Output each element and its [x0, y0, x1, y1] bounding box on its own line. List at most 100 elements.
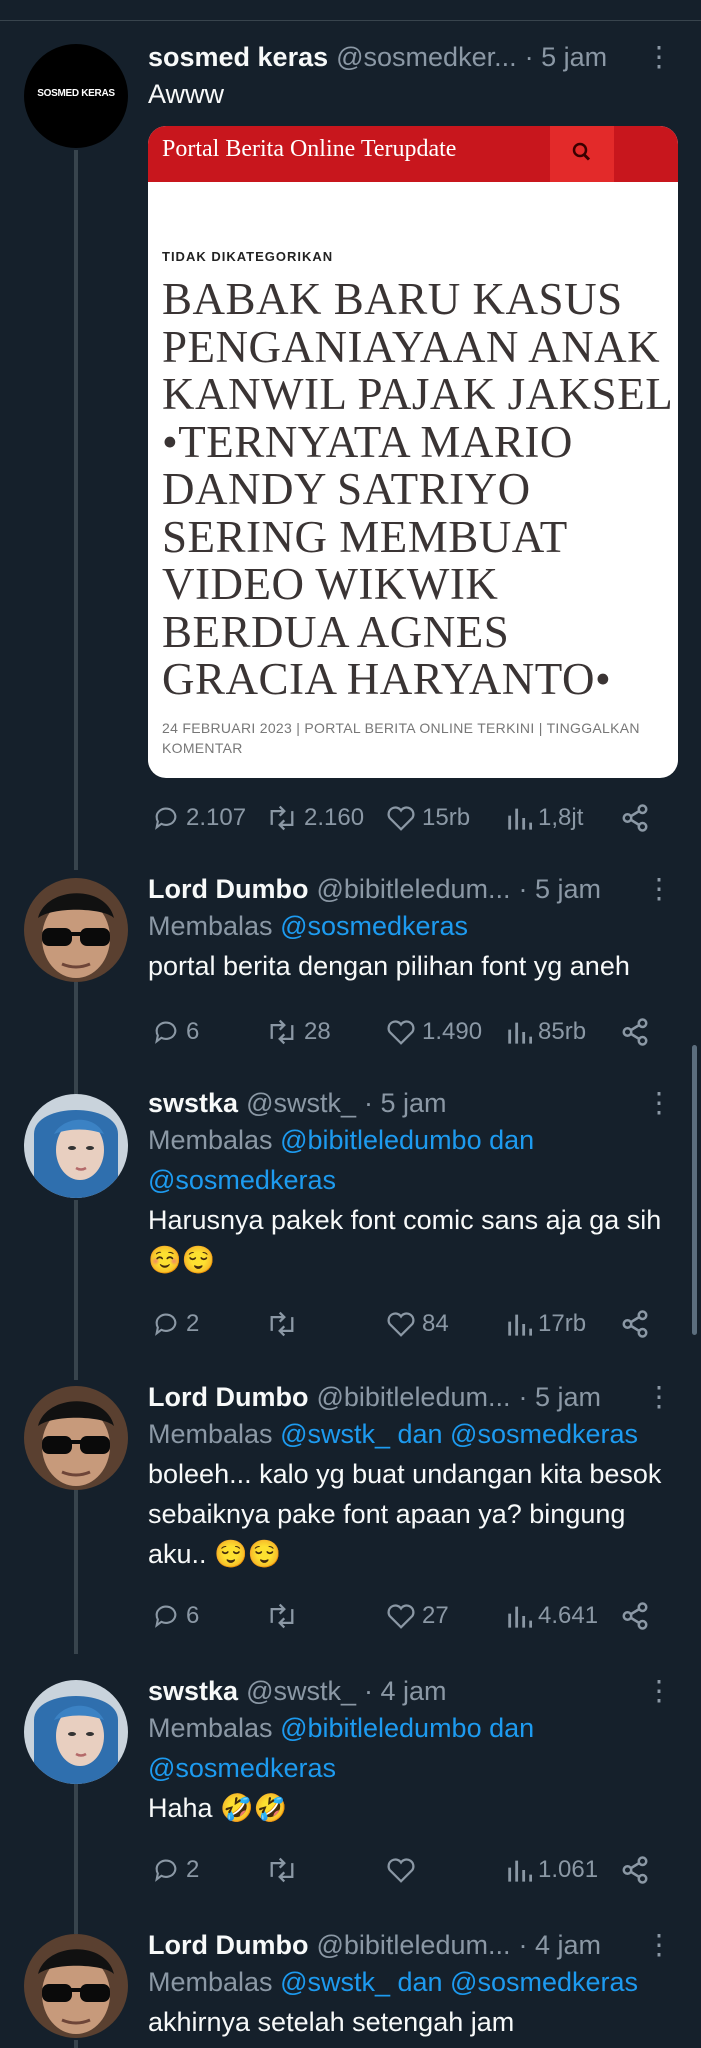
- retweet-icon: [270, 1311, 294, 1337]
- mention-link[interactable]: @swstk_ dan @sosmedkeras: [280, 1967, 638, 1997]
- more-options-icon[interactable]: ⋮: [645, 1928, 673, 1961]
- timestamp[interactable]: · 5 jam: [518, 872, 601, 906]
- thread-line: [74, 1764, 78, 1934]
- mention-link[interactable]: @sosmedkeras: [148, 1165, 336, 1195]
- reply-button[interactable]: 6: [152, 1018, 199, 1046]
- card-headline: BABAK BARU KASUS PENGANIAYAAN ANAK KANWI…: [162, 274, 672, 704]
- mention-link[interactable]: @bibitleledumbo dan: [280, 1713, 534, 1743]
- timestamp[interactable]: · 5 jam: [364, 1086, 447, 1120]
- author-name[interactable]: Lord Dumbo: [148, 1928, 308, 1962]
- share-button[interactable]: [620, 1601, 650, 1631]
- reply-prefix: Membalas: [148, 1419, 273, 1449]
- heart-icon: [387, 1604, 415, 1629]
- avatar[interactable]: [24, 1680, 128, 1784]
- author-handle[interactable]: @swstk_: [246, 1086, 356, 1120]
- reply-button[interactable]: 2: [152, 1856, 199, 1884]
- like-count: 1.490: [422, 1018, 483, 1045]
- share-icon: [622, 1310, 648, 1338]
- retweet-icon: [270, 1603, 294, 1629]
- tweet-text: portal berita dengan pilihan font yg ane…: [148, 951, 630, 981]
- reply-prefix: Membalas: [148, 911, 273, 941]
- author-handle[interactable]: @sosmedker...: [336, 40, 516, 74]
- like-button[interactable]: [386, 1856, 422, 1884]
- author-name[interactable]: Lord Dumbo: [148, 1380, 308, 1414]
- author-name[interactable]: Lord Dumbo: [148, 872, 308, 906]
- reply-count: 6: [186, 1018, 200, 1045]
- view-count: 1,8jt: [538, 804, 584, 831]
- views-button[interactable]: 1.061: [506, 1856, 598, 1884]
- reply-button[interactable]: 2: [152, 1310, 199, 1338]
- like-button[interactable]: 27: [386, 1602, 449, 1630]
- view-count: 1.061: [538, 1856, 599, 1883]
- retweet-button[interactable]: [266, 1856, 304, 1884]
- heart-icon: [387, 806, 415, 831]
- more-options-icon[interactable]: ⋮: [645, 1086, 673, 1119]
- author-name[interactable]: swstka: [148, 1674, 238, 1708]
- author-handle[interactable]: @swstk_: [246, 1674, 356, 1708]
- reply-prefix: Membalas: [148, 1125, 273, 1155]
- mention-link[interactable]: @swstk_ dan @sosmedkeras: [280, 1419, 638, 1449]
- mention-link[interactable]: @sosmedkeras: [280, 911, 468, 941]
- like-button[interactable]: 1.490: [386, 1018, 482, 1046]
- views-button[interactable]: 17rb: [506, 1310, 586, 1338]
- like-count: 15rb: [422, 804, 471, 831]
- mention-link[interactable]: @sosmedkeras: [148, 1753, 336, 1783]
- share-icon: [622, 1018, 648, 1046]
- like-button[interactable]: 15rb: [386, 804, 470, 832]
- retweet-button[interactable]: 28: [266, 1018, 331, 1046]
- reply-context: Membalas @swstk_ dan @sosmedkeras: [148, 1962, 671, 2002]
- reply-button[interactable]: 2.107: [152, 804, 246, 832]
- view-count: 17rb: [538, 1310, 587, 1337]
- tweet-text: Awww: [148, 79, 225, 109]
- timestamp[interactable]: · 4 jam: [518, 1928, 601, 1962]
- retweet-icon: [270, 805, 294, 831]
- author-handle[interactable]: @bibitleledum...: [316, 872, 510, 906]
- share-icon: [622, 1602, 648, 1630]
- avatar[interactable]: SOSMED KERAS: [24, 44, 128, 148]
- views-button[interactable]: 4.641: [506, 1602, 598, 1630]
- heart-icon: [387, 1312, 415, 1337]
- views-icon: [508, 1314, 532, 1336]
- scrollbar[interactable]: [692, 1045, 697, 1335]
- avatar[interactable]: [24, 1934, 128, 2038]
- reply-icon: [155, 1859, 177, 1882]
- author-name[interactable]: swstka: [148, 1086, 238, 1120]
- card-category: TIDAK DIKATEGORIKAN: [162, 249, 334, 264]
- retweet-button[interactable]: 2.160: [266, 804, 364, 832]
- share-button[interactable]: [620, 1309, 650, 1339]
- share-button[interactable]: [620, 803, 650, 833]
- media-card[interactable]: Portal Berita Online Terupdate TIDAK DIK…: [148, 126, 678, 778]
- thread-line: [74, 1200, 78, 1380]
- reply-context: Membalas @bibitleledumbo dan @sosmedkera…: [148, 1120, 671, 1200]
- timestamp[interactable]: · 4 jam: [364, 1674, 447, 1708]
- thread-line: [74, 982, 78, 1097]
- views-button[interactable]: 1,8jt: [506, 804, 583, 832]
- more-options-icon[interactable]: ⋮: [645, 872, 673, 905]
- timestamp[interactable]: · 5 jam: [525, 40, 608, 74]
- mention-link[interactable]: @bibitleledumbo dan: [280, 1125, 534, 1155]
- share-button[interactable]: [620, 1855, 650, 1885]
- more-options-icon[interactable]: ⋮: [645, 1380, 673, 1413]
- retweet-icon: [270, 1019, 294, 1045]
- reply-button[interactable]: 6: [152, 1602, 199, 1630]
- author-handle[interactable]: @bibitleledum...: [316, 1380, 510, 1414]
- retweet-button[interactable]: [266, 1602, 304, 1630]
- avatar[interactable]: [24, 1386, 128, 1490]
- reply-icon: [155, 1605, 177, 1628]
- view-count: 4.641: [538, 1602, 599, 1629]
- views-button[interactable]: 85rb: [506, 1018, 586, 1046]
- author-handle[interactable]: @bibitleledum...: [316, 1928, 510, 1962]
- timestamp[interactable]: · 5 jam: [518, 1380, 601, 1414]
- like-button[interactable]: 84: [386, 1310, 449, 1338]
- avatar-text: SOSMED KERAS: [37, 88, 115, 99]
- more-options-icon[interactable]: ⋮: [645, 40, 673, 73]
- avatar[interactable]: [24, 878, 128, 982]
- avatar[interactable]: [24, 1094, 128, 1198]
- share-button[interactable]: [620, 1017, 650, 1047]
- author-name[interactable]: sosmed keras: [148, 40, 328, 74]
- like-count: 27: [422, 1602, 449, 1629]
- more-options-icon[interactable]: ⋮: [645, 1674, 673, 1707]
- reply-context: Membalas @swstk_ dan @sosmedkeras: [148, 1414, 671, 1454]
- reply-count: 2.107: [186, 804, 247, 831]
- retweet-button[interactable]: [266, 1310, 304, 1338]
